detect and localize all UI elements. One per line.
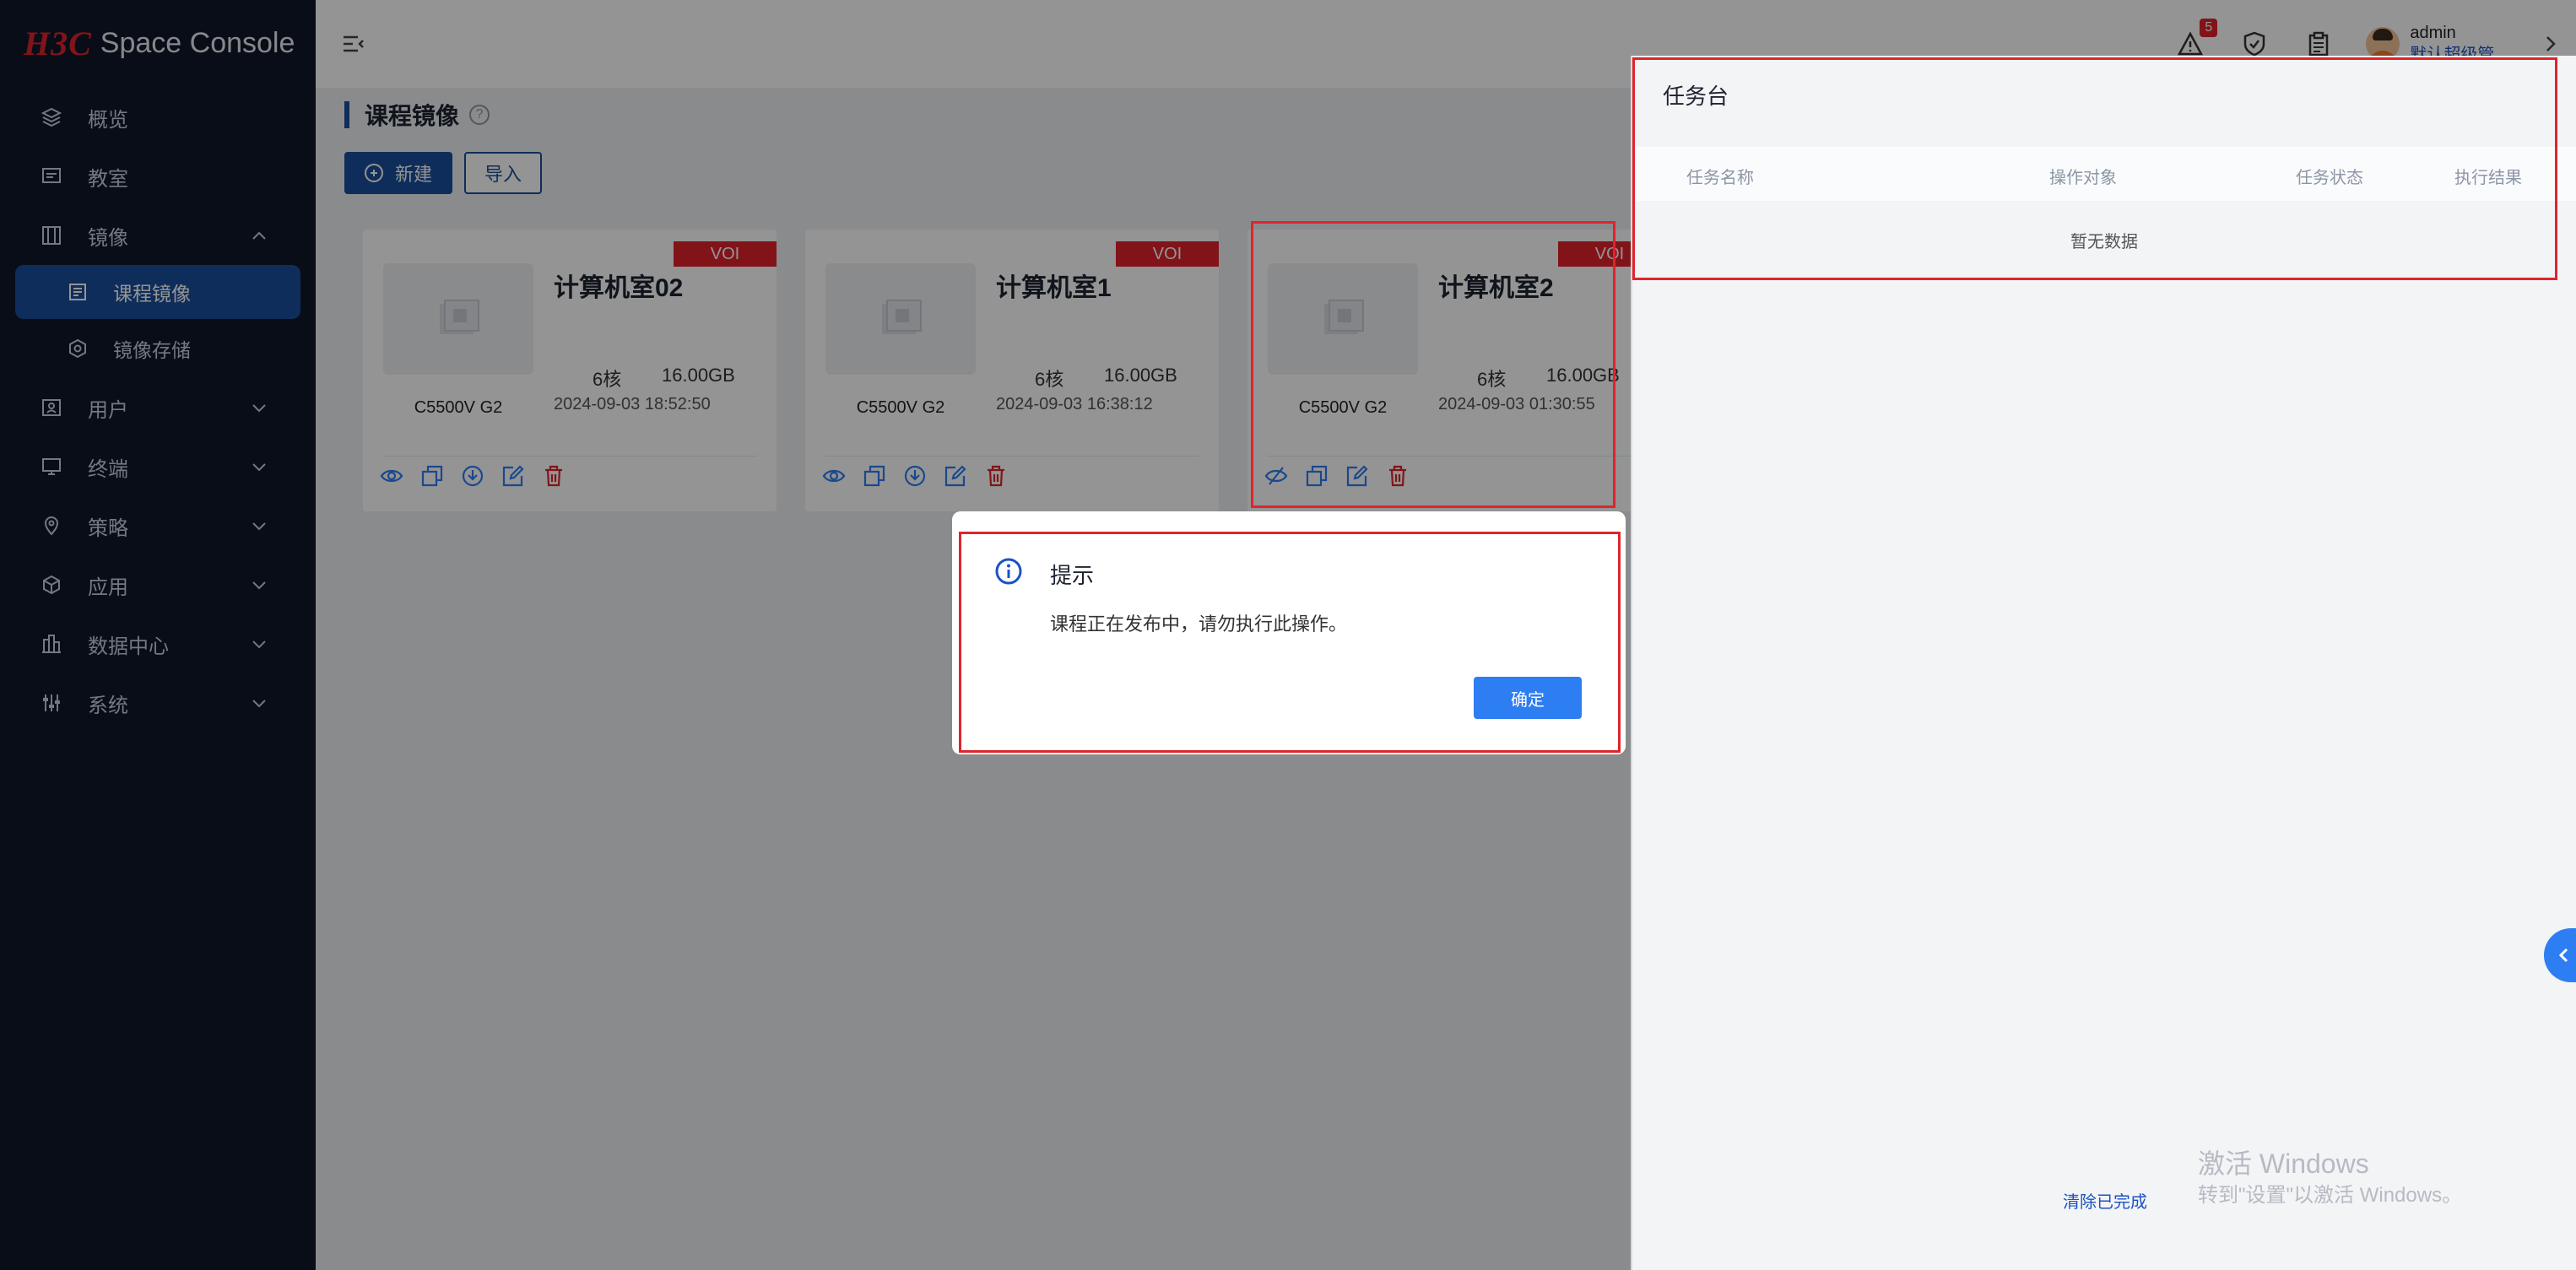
chevron-left-icon <box>2558 948 2568 963</box>
highlight-card <box>1251 221 1615 508</box>
windows-watermark-subtitle: 转到"设置"以激活 Windows。 <box>2198 1184 2463 1207</box>
windows-watermark-title: 激活 Windows <box>2198 1148 2369 1179</box>
clear-completed-link[interactable]: 清除已完成 <box>2063 1188 2147 1213</box>
highlight-dialog <box>959 532 1621 753</box>
highlight-task-panel <box>1632 57 2557 280</box>
